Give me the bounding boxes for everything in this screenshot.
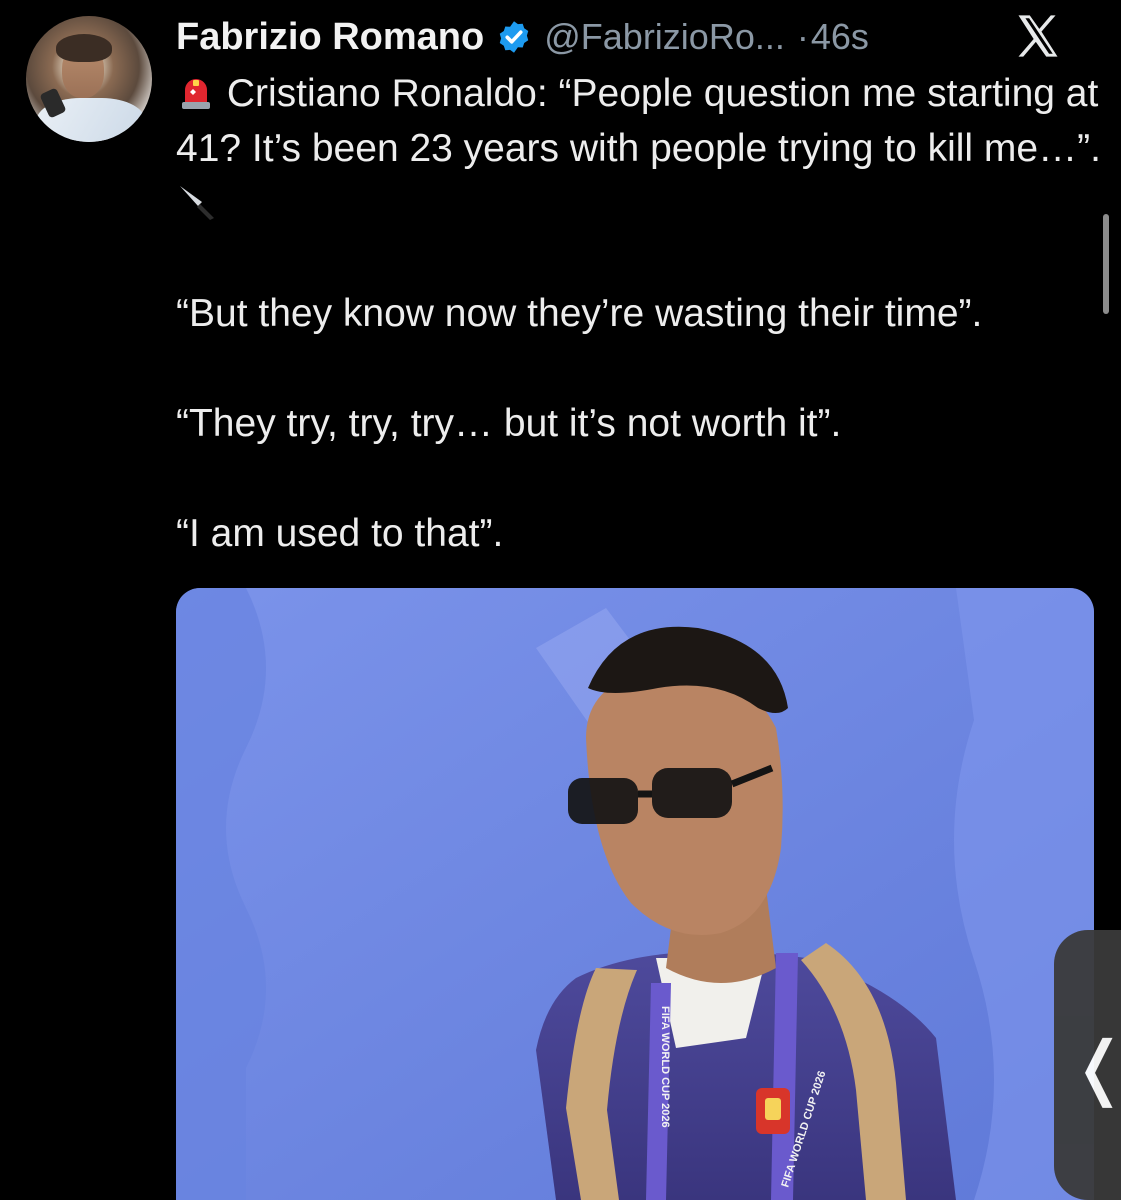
knife-icon <box>180 186 214 220</box>
photo-ronaldo: FIFA WORLD CUP 2026 FIFA WORLD CUP 2026 <box>176 588 1094 1200</box>
tweet-paragraph-3: “They try, try, try… but it’s not worth … <box>176 402 842 445</box>
tweet-paragraph-2: “But they know now they’re wasting their… <box>176 292 983 335</box>
tweet-paragraph-4: “I am used to that”. <box>176 512 504 555</box>
author-name[interactable]: Fabrizio Romano <box>176 16 484 59</box>
meta-separator: · <box>796 16 809 57</box>
tweet-paragraph-1: Cristiano Ronaldo: “People question me s… <box>176 66 1106 231</box>
author-handle[interactable]: @FabrizioRo... <box>544 16 785 58</box>
post-time[interactable]: 46s <box>811 16 869 58</box>
side-tab[interactable]: ❬ <box>1054 930 1121 1200</box>
scrollbar[interactable] <box>1103 214 1109 314</box>
lanyard-text-left: FIFA WORLD CUP 2026 <box>659 1006 671 1128</box>
tweet-header: Fabrizio Romano @FabrizioRo... · 46s <box>176 12 869 62</box>
author-avatar[interactable] <box>26 16 152 142</box>
x-logo-icon[interactable] <box>1012 10 1064 62</box>
verified-badge-icon <box>499 21 529 53</box>
chevron-left-icon[interactable]: ❬ <box>1070 1026 1121 1108</box>
tweet-line-1: Cristiano Ronaldo: “People question me s… <box>176 72 1101 170</box>
rotating-light-icon <box>182 79 210 109</box>
tweet-text: Cristiano Ronaldo: “People question me s… <box>176 66 1106 561</box>
avatar-hair <box>56 34 112 62</box>
tweet-image[interactable]: FIFA WORLD CUP 2026 FIFA WORLD CUP 2026 <box>176 588 1094 1200</box>
